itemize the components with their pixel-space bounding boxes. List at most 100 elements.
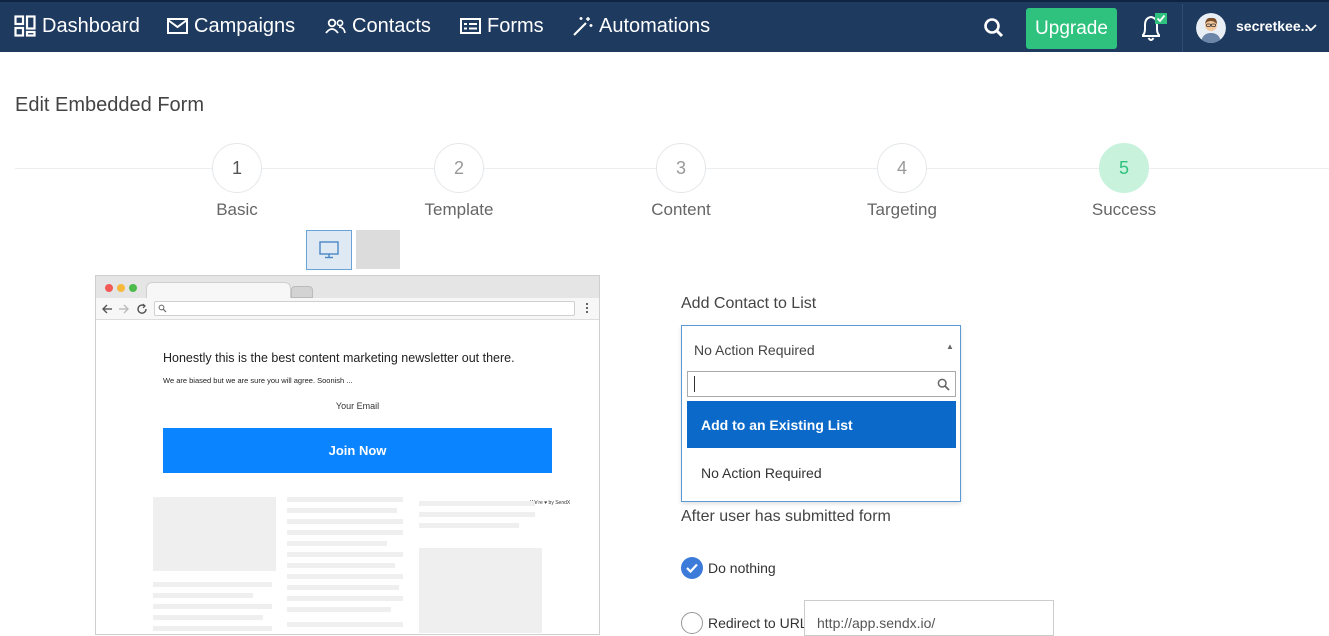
mail-icon	[167, 18, 188, 34]
skeleton-line	[153, 604, 272, 609]
step-number: 4	[877, 143, 927, 193]
step-label: Targeting	[867, 200, 937, 219]
username[interactable]: secretkee...	[1236, 18, 1312, 34]
close-dot	[105, 284, 113, 292]
nav-campaigns[interactable]: Campaigns	[167, 12, 295, 40]
browser-menu-icon	[586, 303, 588, 315]
skeleton-line	[287, 574, 403, 579]
skeleton-line	[153, 615, 263, 620]
skeleton-line	[287, 622, 403, 627]
redirect-url-label: Redirect to URL	[708, 615, 808, 631]
browser-titlebar	[96, 276, 599, 300]
skeleton-line	[153, 593, 253, 598]
dropdown-option-no-action[interactable]: No Action Required	[687, 449, 956, 496]
preview-subtext: We are biased but we are sure you will a…	[163, 376, 353, 385]
dropdown-selected-value: No Action Required	[694, 342, 815, 358]
step-targeting[interactable]: 4 Targeting	[832, 143, 972, 220]
maximize-dot	[129, 284, 137, 292]
skeleton-line	[287, 596, 403, 601]
browser-new-tab	[291, 286, 313, 298]
radio-redirect-url[interactable]	[681, 612, 703, 634]
step-number: 2	[434, 143, 484, 193]
step-success[interactable]: 5 Success	[1054, 143, 1194, 220]
user-menu-toggle[interactable]	[1305, 20, 1317, 38]
search-icon	[937, 378, 950, 391]
browser-toolbar	[96, 298, 599, 320]
text-cursor	[694, 376, 695, 392]
nav-automations[interactable]: Automations	[572, 12, 710, 40]
nav-dashboard-label: Dashboard	[42, 14, 140, 37]
list-action-dropdown[interactable]: No Action Required ▲ Add to an Existing …	[681, 325, 961, 502]
notifications-button[interactable]	[1137, 12, 1169, 44]
step-label: Success	[1091, 200, 1157, 219]
top-navbar: Dashboard Campaigns Contacts Forms Autom…	[0, 0, 1329, 52]
dropdown-option-add-existing[interactable]: Add to an Existing List	[687, 401, 956, 448]
step-number: 1	[212, 143, 262, 193]
step-label: Basic	[216, 200, 258, 219]
skeleton-line	[287, 508, 397, 513]
monitor-icon	[319, 241, 339, 259]
redirect-url-input[interactable]: http://app.sendx.io/	[804, 600, 1054, 636]
after-submit-label: After user has submitted form	[681, 508, 891, 525]
search-button[interactable]	[981, 15, 1007, 41]
magic-wand-icon	[573, 16, 593, 36]
caret-up-icon: ▲	[946, 342, 954, 351]
search-icon	[984, 18, 1004, 38]
skeleton-line	[287, 607, 391, 612]
users-icon	[325, 18, 346, 34]
skeleton-line	[287, 530, 403, 535]
step-label: Template	[424, 200, 494, 219]
desktop-view-toggle[interactable]	[306, 230, 352, 270]
form-preview-window: Honestly this is the best content market…	[95, 275, 600, 635]
skeleton-line	[153, 626, 272, 631]
nav-forms[interactable]: Forms	[460, 12, 544, 40]
forward-arrow-icon	[119, 304, 129, 314]
nav-automations-label: Automations	[599, 14, 711, 37]
skeleton-line	[419, 512, 535, 517]
bell-icon	[1142, 13, 1167, 41]
nav-campaigns-label: Campaigns	[194, 14, 296, 37]
step-number: 5	[1099, 143, 1149, 193]
check-icon	[686, 563, 698, 574]
navbar-divider	[1182, 4, 1183, 52]
skeleton-line	[287, 585, 399, 590]
upgrade-button[interactable]: Upgrade	[1026, 8, 1117, 49]
mobile-view-toggle[interactable]	[356, 230, 400, 269]
skeleton-image	[153, 497, 276, 571]
dashboard-icon	[14, 15, 36, 37]
user-avatar-icon	[1196, 13, 1226, 43]
preview-heading: Honestly this is the best content market…	[163, 351, 515, 365]
nav-contacts[interactable]: Contacts	[325, 12, 431, 40]
skeleton-line	[419, 501, 535, 506]
preview-credit: We're ♥ by SendX	[530, 500, 571, 506]
form-icon	[460, 18, 481, 34]
preview-email-label: Your Email	[335, 401, 380, 411]
skeleton-image	[419, 548, 542, 633]
minimize-dot	[117, 284, 125, 292]
page-title: Edit Embedded Form	[15, 94, 204, 116]
step-label: Content	[651, 200, 711, 219]
dropdown-search-input[interactable]	[687, 371, 956, 397]
step-number: 3	[656, 143, 706, 193]
preview-join-button: Join Now	[163, 428, 552, 473]
step-template[interactable]: 2 Template	[389, 143, 529, 220]
step-basic[interactable]: 1 Basic	[167, 143, 307, 220]
back-arrow-icon	[102, 304, 112, 314]
skeleton-line	[287, 563, 395, 568]
skeleton-line	[287, 552, 403, 557]
address-bar	[154, 301, 575, 316]
skeleton-line	[419, 523, 519, 528]
do-nothing-label: Do nothing	[708, 560, 776, 576]
step-content[interactable]: 3 Content	[611, 143, 751, 220]
reload-icon	[137, 303, 147, 314]
radio-do-nothing[interactable]	[681, 557, 703, 579]
nav-contacts-label: Contacts	[352, 14, 431, 37]
avatar[interactable]	[1196, 13, 1226, 43]
nav-dashboard[interactable]: Dashboard	[14, 12, 140, 40]
skeleton-line	[287, 497, 403, 502]
nav-forms-label: Forms	[487, 14, 544, 37]
skeleton-line	[287, 541, 387, 546]
search-icon	[158, 304, 167, 313]
skeleton-line	[153, 582, 272, 587]
chevron-down-icon	[1305, 24, 1317, 32]
